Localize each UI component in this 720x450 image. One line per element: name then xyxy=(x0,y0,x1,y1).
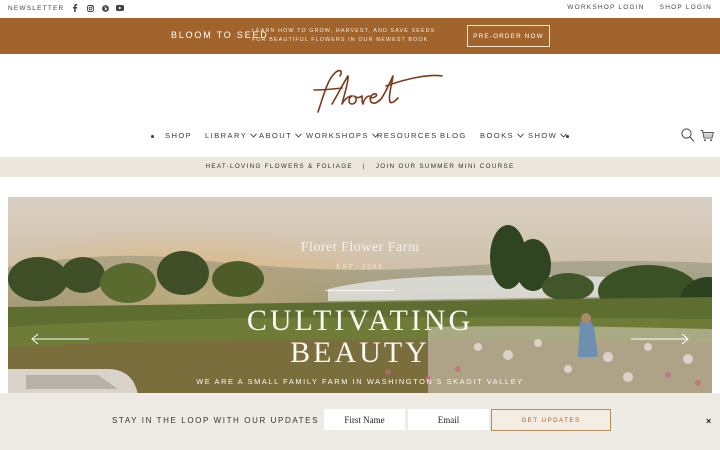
hero-established: EST. 2008 xyxy=(336,263,384,271)
summer-mini-course-link[interactable]: JOIN OUR SUMMER MINI COURSE xyxy=(376,163,515,170)
nav-item-shop[interactable]: SHOP xyxy=(165,131,192,140)
nav-item-blog[interactable]: BLOG xyxy=(440,131,467,140)
utility-bar: NEWSLETTER WORKSHOP LOGIN SHOP LOGIN xyxy=(0,0,720,18)
heat-loving-flowers-link[interactable]: HEAT-LOVING FLOWERS & FOLIAGE xyxy=(205,163,352,170)
nav-dot-right xyxy=(566,135,569,138)
arrow-right-icon[interactable] xyxy=(630,333,690,345)
facebook-icon[interactable] xyxy=(71,4,79,12)
pinterest-icon[interactable] xyxy=(101,4,109,12)
nav-label: RESOURCES xyxy=(377,131,438,140)
cart-icon[interactable] xyxy=(700,129,714,142)
nav-item-resources[interactable]: RESOURCES xyxy=(377,131,438,140)
nav-item-books[interactable]: BOOKS xyxy=(480,131,524,140)
get-updates-button[interactable]: GET UPDATES xyxy=(491,409,611,431)
hero-headline: CULTIVATING BEAUTY xyxy=(8,305,712,369)
hero-divider xyxy=(325,290,395,291)
nav-label: LIBRARY xyxy=(205,131,248,140)
shop-login-link[interactable]: SHOP LOGIN xyxy=(660,4,712,11)
hero-headline-line1: CULTIVATING xyxy=(246,304,474,337)
youtube-icon[interactable] xyxy=(116,4,125,12)
chevron-down-icon xyxy=(517,133,524,138)
nav-label: WORKSHOPS xyxy=(306,131,369,140)
search-icon[interactable] xyxy=(681,128,694,142)
announcement-separator: | xyxy=(362,163,366,170)
newsletter-label: STAY IN THE LOOP WITH OUR UPDATES xyxy=(112,416,320,425)
hero-banner: Floret Flower Farm EST. 2008 CULTIVATING… xyxy=(8,197,712,397)
promo-banner: BLOOM TO SEED LEARN HOW TO GROW, HARVEST… xyxy=(0,18,720,54)
chevron-down-icon xyxy=(295,133,303,138)
hero-farm-name: Floret Flower Farm xyxy=(300,240,420,255)
nav-label: ABOUT xyxy=(259,131,293,140)
nav-label: BLOG xyxy=(440,131,467,140)
nav-label: SHOP xyxy=(165,131,193,140)
nav-item-show[interactable]: SHOW xyxy=(528,131,568,140)
workshop-login-link[interactable]: WORKSHOP LOGIN xyxy=(567,4,644,11)
first-name-field[interactable] xyxy=(324,409,405,430)
pre-order-button[interactable]: PRE-ORDER NOW xyxy=(467,25,550,47)
chevron-down-icon xyxy=(250,133,258,138)
nav-item-library[interactable]: LIBRARY xyxy=(205,131,258,140)
newsletter-link[interactable]: NEWSLETTER xyxy=(8,5,64,12)
main-nav: SHOP LIBRARY ABOUT WORKSHOPS RESOURCES B… xyxy=(0,128,720,144)
email-field[interactable] xyxy=(408,409,489,430)
utility-left: NEWSLETTER xyxy=(8,4,125,12)
hero-tagline: WE ARE A SMALL FAMILY FARM IN WASHINGTON… xyxy=(196,377,524,386)
hero-headline-line2: BEAUTY xyxy=(290,336,430,369)
close-icon[interactable]: × xyxy=(706,416,711,426)
instagram-icon[interactable] xyxy=(86,4,94,12)
utility-right: WORKSHOP LOGIN SHOP LOGIN xyxy=(567,4,712,11)
nav-label: SHOW xyxy=(528,131,558,140)
promo-description: LEARN HOW TO GROW, HARVEST, AND SAVE SEE… xyxy=(252,28,436,43)
nav-item-workshops[interactable]: WORKSHOPS xyxy=(306,131,379,140)
floret-logo[interactable] xyxy=(298,64,446,120)
nav-item-about[interactable]: ABOUT xyxy=(259,131,303,140)
announcement-bar: HEAT-LOVING FLOWERS & FOLIAGE | JOIN OUR S… xyxy=(0,157,720,177)
nav-dot-left xyxy=(151,135,154,138)
newsletter-bar: STAY IN THE LOOP WITH OUR UPDATES GET UP… xyxy=(0,393,720,450)
nav-label: BOOKS xyxy=(480,131,515,140)
announcement-text: HEAT-LOVING FLOWERS & FOLIAGE | JOIN OUR S… xyxy=(0,163,720,170)
arrow-left-icon[interactable] xyxy=(30,333,90,345)
